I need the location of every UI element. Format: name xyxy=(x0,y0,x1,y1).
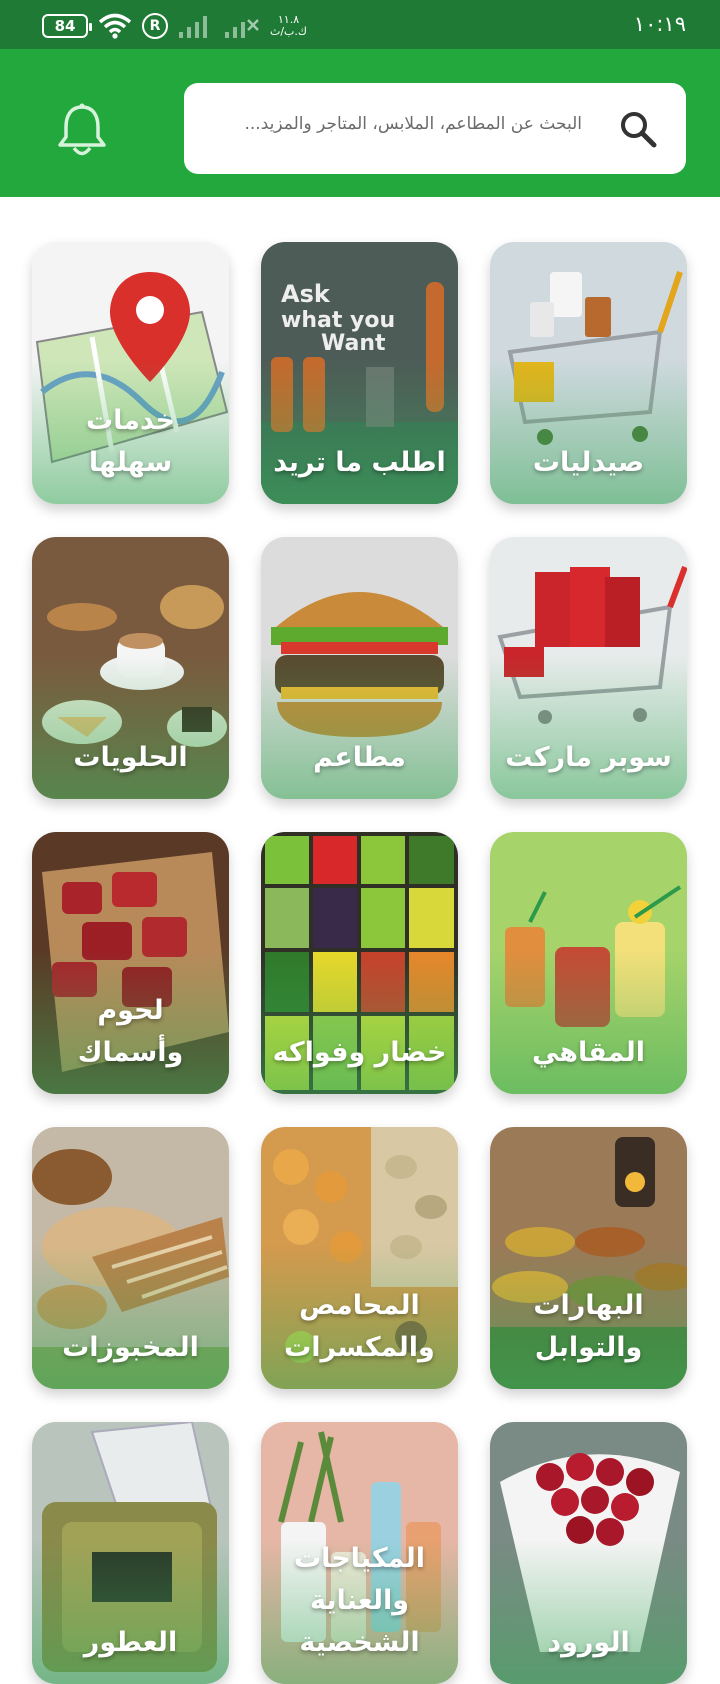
category-label: المخبوزات xyxy=(62,1332,199,1363)
category-ask-what-you-want[interactable]: Ask what you Want اطلب ما تريد xyxy=(261,242,458,504)
category-vegetables-fruits[interactable]: خضار وفواكه xyxy=(261,832,458,1094)
category-supermarket[interactable]: سوبر ماركت xyxy=(490,537,687,799)
category-label: اطلب ما تريد xyxy=(273,447,446,478)
category-easy-services[interactable]: خدمات سهلها xyxy=(32,242,229,504)
category-label: خضار وفواكه xyxy=(272,1037,447,1068)
category-label: الحلويات xyxy=(73,742,188,773)
category-bakery[interactable]: المخبوزات xyxy=(32,1127,229,1389)
category-cosmetics[interactable]: المكياجات والعناية الشخصية xyxy=(261,1422,458,1684)
wifi-icon xyxy=(98,13,132,39)
category-perfumes[interactable]: العطور xyxy=(32,1422,229,1684)
category-label: المقاهي xyxy=(531,1037,646,1068)
category-meat-fish[interactable]: لحوم وأسماك xyxy=(32,832,229,1094)
category-label: صيدليات xyxy=(532,447,645,478)
category-cafes[interactable]: المقاهي xyxy=(490,832,687,1094)
category-label: البهارات والتوابل xyxy=(533,1290,644,1363)
category-restaurants[interactable]: مطاعم xyxy=(261,537,458,799)
category-label: الورود xyxy=(547,1627,630,1658)
network-speed-unit: ك.ب/ث xyxy=(270,25,307,38)
category-spices[interactable]: البهارات والتوابل xyxy=(490,1127,687,1389)
category-flowers[interactable]: الورود xyxy=(490,1422,687,1684)
category-roasteries-nuts[interactable]: المحامص والمكسرات xyxy=(261,1127,458,1389)
network-speed: ١١.٨ ك.ب/ث xyxy=(270,14,307,38)
category-sweets[interactable]: الحلويات xyxy=(32,537,229,799)
category-label: المكياجات والعناية الشخصية xyxy=(293,1543,426,1658)
search-input[interactable]: البحث عن المطاعم، الملابس، المتاجر والمز… xyxy=(184,83,686,174)
signal-no-service-icon xyxy=(225,19,259,38)
battery-icon: 84 xyxy=(42,14,92,38)
signal-strength-icon xyxy=(179,16,207,38)
bell-icon[interactable] xyxy=(54,101,110,159)
roaming-label: R xyxy=(149,18,161,34)
category-pharmacies[interactable]: صيدليات xyxy=(490,242,687,504)
app-header: البحث عن المطاعم، الملابس، المتاجر والمز… xyxy=(0,49,720,197)
category-label: خدمات سهلها xyxy=(85,405,176,478)
battery-level: 84 xyxy=(54,17,76,35)
category-label: مطاعم xyxy=(313,742,406,773)
category-label: المحامص والمكسرات xyxy=(284,1290,435,1363)
status-icons: 84 R ١١.٨ ك.ب/ث xyxy=(42,12,307,40)
category-label: لحوم وأسماك xyxy=(77,995,184,1068)
clock: ١٠:١٩ xyxy=(633,12,686,36)
search-placeholder: البحث عن المطاعم، الملابس، المتاجر والمز… xyxy=(244,114,583,134)
roaming-icon: R xyxy=(142,13,168,39)
status-bar: 84 R ١١.٨ ك.ب/ث ١٠:١٩ xyxy=(0,0,720,49)
search-icon[interactable] xyxy=(618,109,658,149)
category-label: العطور xyxy=(83,1627,178,1658)
category-label: سوبر ماركت xyxy=(505,742,672,773)
